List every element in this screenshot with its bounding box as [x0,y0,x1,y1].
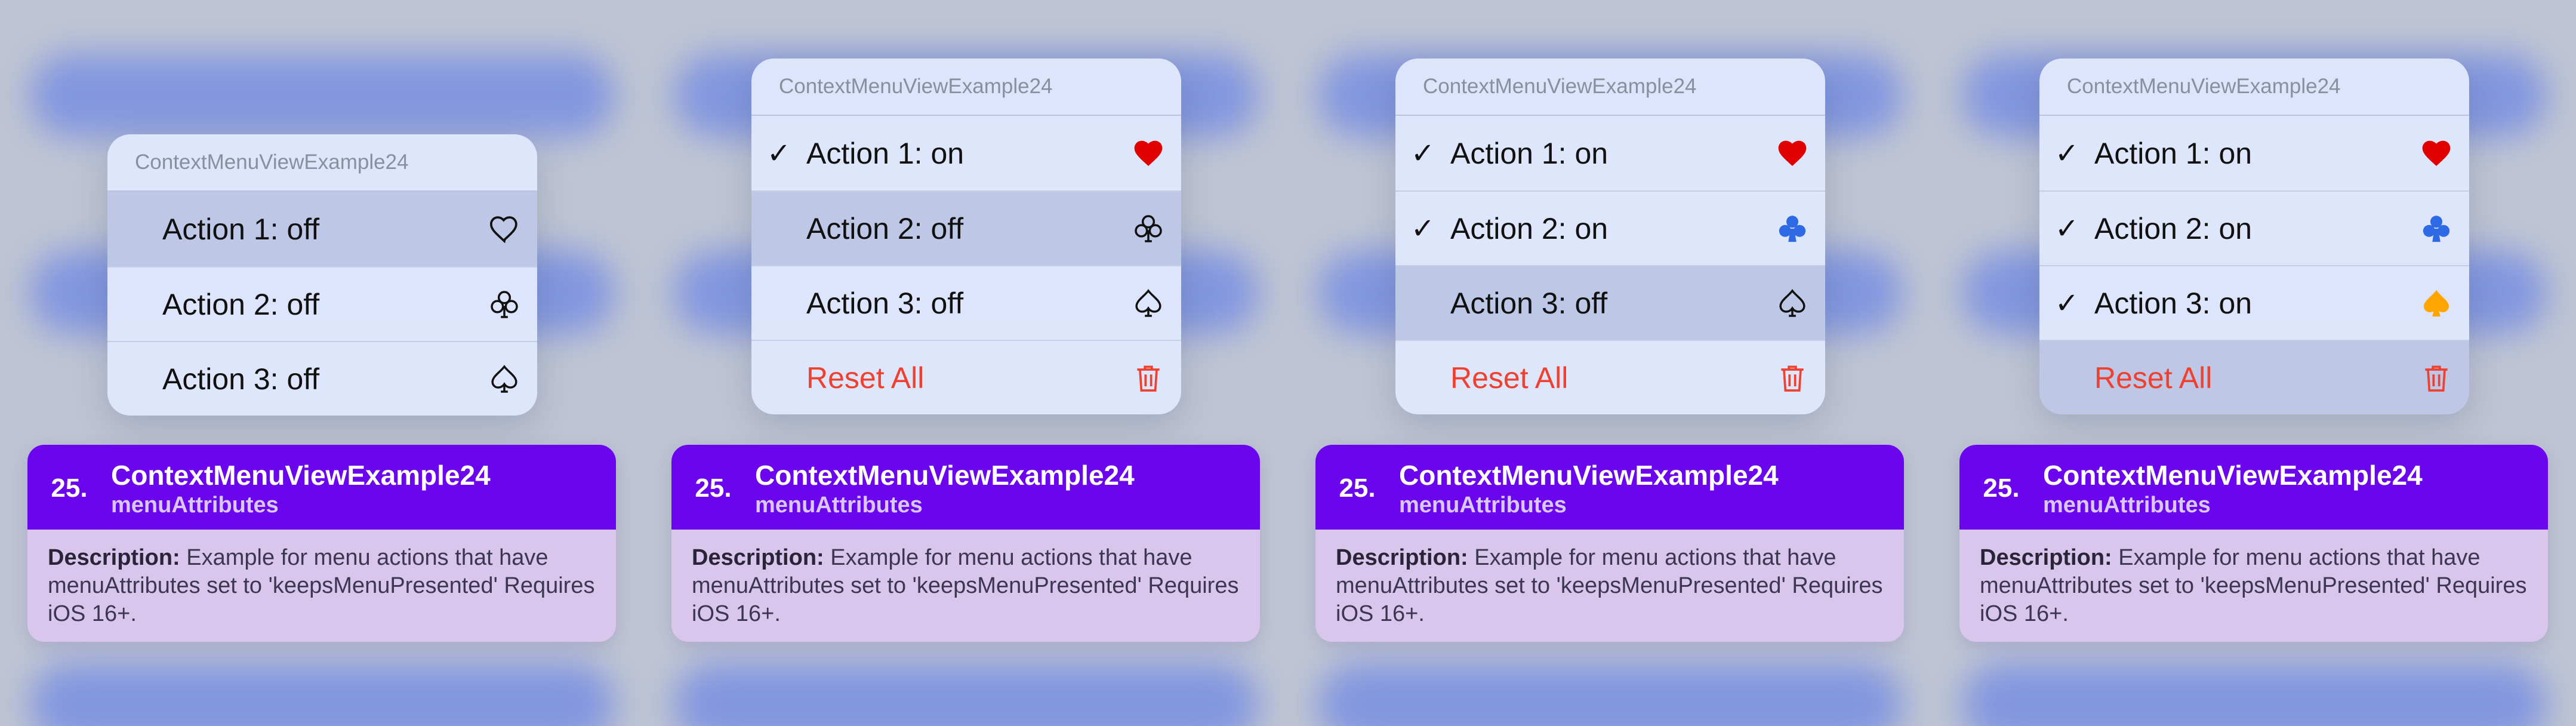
card-title: ContextMenuViewExample24 [111,460,491,491]
menu-item-action-1[interactable]: ✓ Action 1: on [1395,116,1825,190]
club-outline-icon [472,267,537,342]
menu-item-label: Action 2: off [162,287,320,321]
menu-item-label: Action 3: off [806,286,964,320]
card-title: ContextMenuViewExample24 [1399,460,1779,491]
context-menu: ContextMenuViewExample24 ✓ Action 1: on ✓ Ac… [1395,59,1825,414]
club-outline-icon [1116,191,1181,266]
heart-filled-icon [1760,116,1825,190]
heart-filled-icon [2404,116,2469,190]
checkmark-icon: ✓ [1410,213,1435,245]
description-label: Description: [48,545,180,570]
card-description: Description: Example for menu actions th… [27,530,616,642]
checkmark-icon: ✓ [766,137,791,170]
menu-item-label: Reset All [806,361,925,395]
club-filled-icon [2404,191,2469,266]
context-menu-title: ContextMenuViewExample24 [751,59,1181,116]
context-menu: ContextMenuViewExample24 ✓ Action 1: on ✓ Ac… [2039,59,2469,414]
checkmark-icon: ✓ [1410,137,1435,170]
card-header: 25. ContextMenuViewExample24 menuAttribute… [27,445,616,530]
card-subtitle: menuAttributes [2043,493,2211,518]
menu-item-action-2[interactable]: ✓ Action 2: on [2039,190,2469,265]
menu-item-action-2[interactable]: Action 2: off [751,190,1181,265]
menu-item-label: Action 1: on [806,136,965,170]
menu-item-action-3[interactable]: Action 3: off [751,265,1181,340]
menu-item-label: Reset All [1450,361,1569,395]
spade-filled-icon [2404,266,2469,340]
club-filled-icon [1760,191,1825,266]
description-label: Description: [1336,545,1468,570]
spade-outline-icon [1760,266,1825,340]
card-subtitle: menuAttributes [111,493,279,518]
trash-icon [1116,340,1181,414]
card-number: 25. [1339,473,1376,503]
menu-item-action-1[interactable]: Action 1: off [107,192,537,266]
checkmark-icon: ✓ [2054,137,2079,170]
example-card[interactable]: 25. ContextMenuViewExample24 menuAttribute… [1315,445,1904,642]
example-panel-3: ContextMenuViewExample24 ✓ Action 1: on ✓ Ac… [1288,0,1932,726]
menu-item-action-2[interactable]: ✓ Action 2: on [1395,190,1825,265]
menu-item-label: Action 2: on [1450,211,1609,245]
trash-icon [2404,340,2469,414]
card-description: Description: Example for menu actions th… [1959,530,2548,642]
menu-item-action-3[interactable]: ✓ Action 3: on [2039,265,2469,340]
context-menu-title: ContextMenuViewExample24 [107,134,537,192]
menu-item-reset-all[interactable]: Reset All [1395,340,1825,414]
card-titles: ContextMenuViewExample24 menuAttributes [111,445,491,518]
menu-item-label: Action 2: on [2094,211,2253,245]
context-menu: ContextMenuViewExample24 Action 1: off Act… [107,134,537,416]
context-menu: ContextMenuViewExample24 ✓ Action 1: on Act… [751,59,1181,414]
card-subtitle: menuAttributes [755,493,923,518]
menu-item-action-1[interactable]: ✓ Action 1: on [751,116,1181,190]
card-number: 25. [1983,473,2020,503]
checkmark-icon: ✓ [2054,287,2079,319]
menu-item-label: Action 3: off [1450,286,1608,320]
card-titles: ContextMenuViewExample24 menuAttributes [755,445,1135,518]
card-header: 25. ContextMenuViewExample24 menuAttribute… [1959,445,2548,530]
card-title: ContextMenuViewExample24 [755,460,1135,491]
menu-item-label: Action 1: off [162,212,320,246]
description-label: Description: [1980,545,2112,570]
menu-item-action-3[interactable]: Action 3: off [107,341,537,416]
menu-item-action-2[interactable]: Action 2: off [107,266,537,341]
card-titles: ContextMenuViewExample24 menuAttributes [1399,445,1779,518]
card-header: 25. ContextMenuViewExample24 menuAttribute… [671,445,1260,530]
checkmark-icon: ✓ [2054,213,2079,245]
menu-item-label: Action 1: on [2094,136,2253,170]
menu-item-reset-all[interactable]: Reset All [751,340,1181,414]
menu-item-action-3[interactable]: Action 3: off [1395,265,1825,340]
card-title: ContextMenuViewExample24 [2043,460,2423,491]
example-panel-1: ContextMenuViewExample24 Action 1: off Act… [0,0,644,726]
example-card[interactable]: 25. ContextMenuViewExample24 menuAttribute… [27,445,616,642]
card-description: Description: Example for menu actions th… [671,530,1260,642]
description-label: Description: [692,545,824,570]
spade-outline-icon [1116,266,1181,340]
menu-item-reset-all[interactable]: Reset All [2039,340,2469,414]
example-card[interactable]: 25. ContextMenuViewExample24 menuAttribute… [671,445,1260,642]
context-menu-title: ContextMenuViewExample24 [2039,59,2469,116]
card-header: 25. ContextMenuViewExample24 menuAttribute… [1315,445,1904,530]
card-number: 25. [51,473,88,503]
heart-filled-icon [1116,116,1181,190]
card-titles: ContextMenuViewExample24 menuAttributes [2043,445,2423,518]
heart-outline-icon [472,192,537,266]
spade-outline-icon [472,342,537,416]
example-panel-2: ContextMenuViewExample24 ✓ Action 1: on Act… [644,0,1288,726]
menu-item-label: Reset All [2094,361,2213,395]
menu-item-action-1[interactable]: ✓ Action 1: on [2039,116,2469,190]
menu-item-label: Action 3: off [162,362,320,396]
context-menu-title: ContextMenuViewExample24 [1395,59,1825,116]
trash-icon [1760,340,1825,414]
menu-item-label: Action 3: on [2094,286,2253,320]
example-card[interactable]: 25. ContextMenuViewExample24 menuAttribute… [1959,445,2548,642]
card-number: 25. [695,473,732,503]
example-panel-4: ContextMenuViewExample24 ✓ Action 1: on ✓ Ac… [1932,0,2576,726]
menu-item-label: Action 1: on [1450,136,1609,170]
menu-item-label: Action 2: off [806,211,964,245]
card-subtitle: menuAttributes [1399,493,1567,518]
card-description: Description: Example for menu actions th… [1315,530,1904,642]
